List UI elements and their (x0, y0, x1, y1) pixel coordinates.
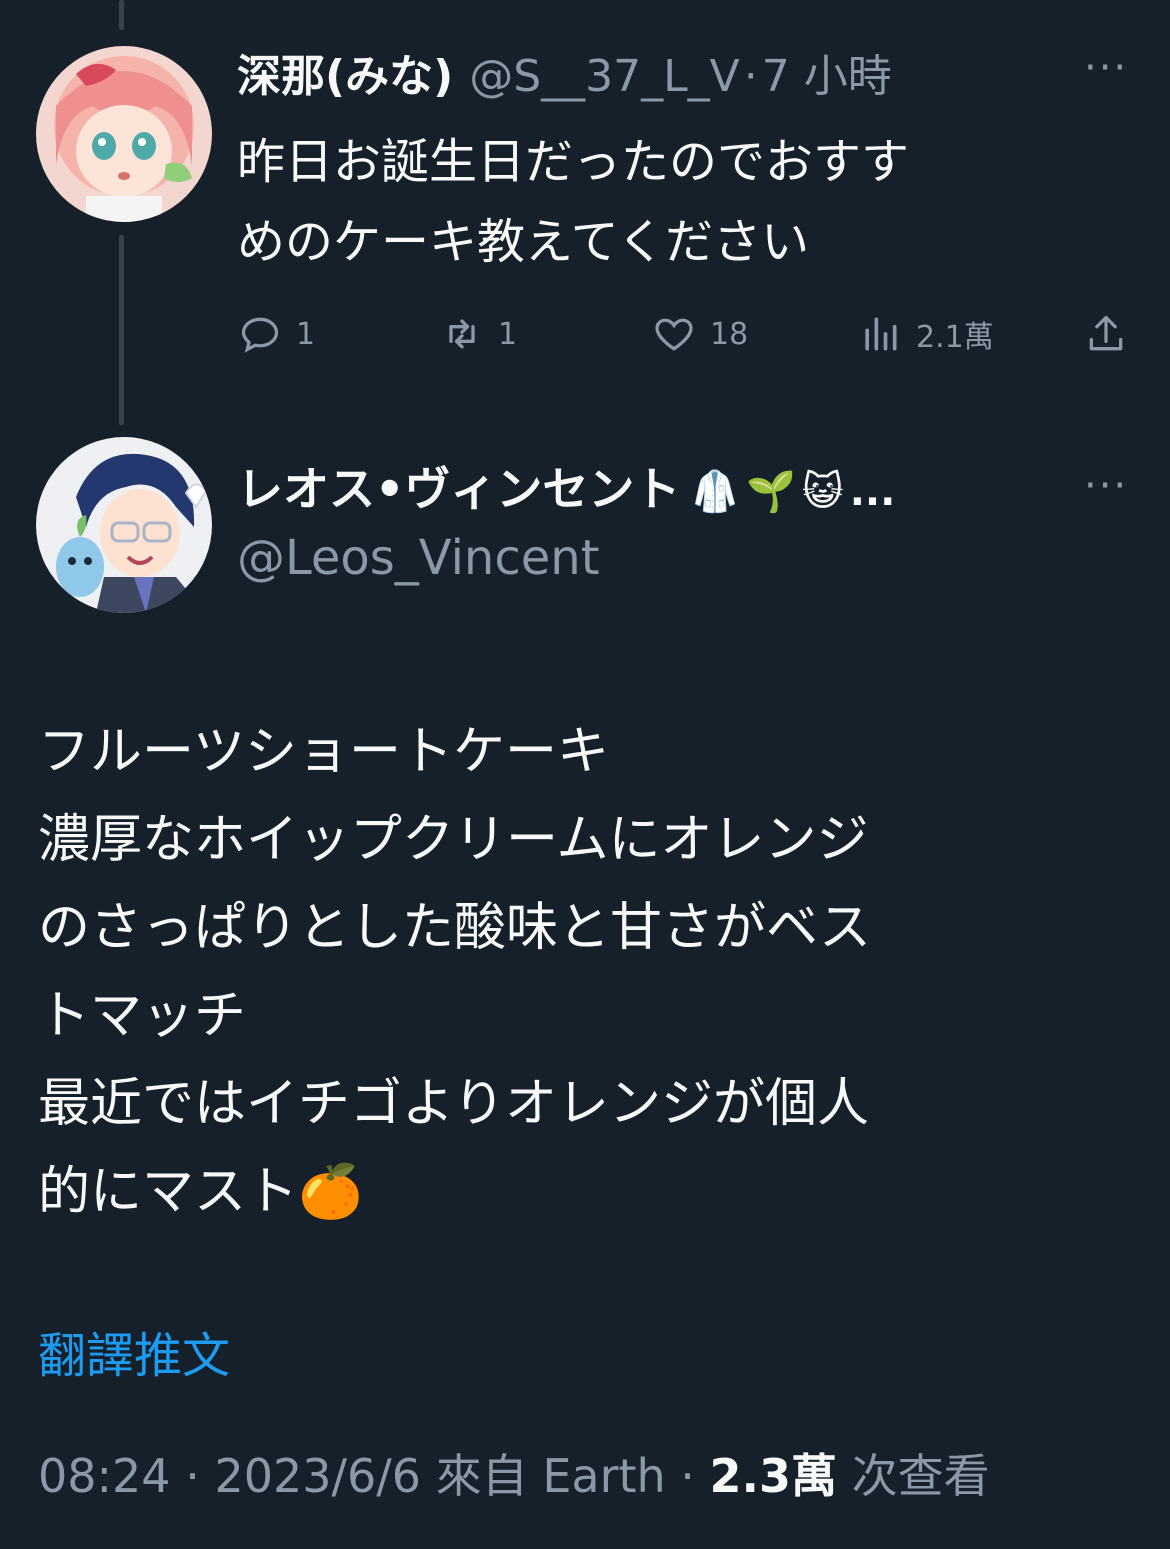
views-button[interactable]: 2.1萬 (858, 312, 994, 356)
thread-line-bottom (119, 235, 124, 425)
avatar-mina-image (36, 46, 212, 222)
heart-icon (655, 318, 693, 351)
tweet1-header: 深那(みな) @S__37_L_V · 7 小時 (237, 40, 892, 106)
retweet-icon (449, 319, 475, 349)
like-button[interactable]: 18 (652, 312, 748, 356)
tweet1-handle[interactable]: @S__37_L_V (469, 51, 740, 102)
tweet2-handle[interactable]: @Leos_Vincent (237, 530, 600, 586)
tweet2-views-suffix: 次查看 (851, 1449, 990, 1503)
tweet2-text: フルーツショートケーキ 濃厚なホイップクリームにオレンジ のさっぱりとした酸味と… (38, 722, 872, 1222)
tweet2-header: レオス•ヴィンセント 🥼🌱😺 ... (237, 453, 895, 523)
tweet2-name-emojis: 🥼🌱😺 (690, 469, 850, 515)
reply-count: 1 (296, 316, 316, 352)
tweet1-separator: · (743, 51, 758, 102)
share-icon (1089, 315, 1123, 351)
reply-icon (241, 317, 279, 353)
like-count: 18 (710, 316, 749, 352)
translate-link[interactable]: 翻譯推文 (38, 1316, 230, 1386)
tweet2-meta: 08:24 · 2023/6/6 來自 Earth · 2.3萬 次查看 (38, 1440, 990, 1506)
tweet2-views[interactable]: 2.3萬 (710, 1449, 838, 1503)
tweet2-more-icon[interactable]: ··· (1084, 466, 1128, 506)
tweet2-name-ellipsis: ... (849, 469, 896, 515)
tweet2-date[interactable]: 2023/6/6 (214, 1449, 421, 1503)
retweet-count: 1 (498, 316, 518, 352)
avatar-leos[interactable] (36, 437, 212, 613)
tweet1-more-icon[interactable]: ··· (1084, 48, 1128, 88)
tweet2-display-name[interactable]: レオス•ヴィンセント (237, 453, 680, 519)
tweet2-source-prefix: 來自 (435, 1449, 528, 1503)
thread-line-top (119, 0, 124, 30)
reply-button[interactable]: 1 (238, 312, 315, 356)
view-count: 2.1萬 (916, 320, 994, 355)
views-icon (865, 317, 897, 351)
tweet1-display-name[interactable]: 深那(みな) (237, 40, 453, 104)
avatar-mina[interactable] (36, 46, 212, 222)
tweet1-text: 昨日お誕生日だったのでおすす めのケーキ教えてください (237, 134, 910, 270)
avatar-leos-image (36, 437, 212, 613)
tweet2-meta-sep2: · (680, 1449, 695, 1503)
tweet1-time[interactable]: 7 小時 (762, 40, 892, 104)
tweet2-time[interactable]: 08:24 (38, 1449, 171, 1503)
share-button[interactable] (1084, 312, 1128, 356)
tweet2-source: Earth (542, 1449, 666, 1503)
tweet2-meta-sep1: · (185, 1449, 200, 1503)
retweet-button[interactable]: 1 (440, 312, 517, 356)
